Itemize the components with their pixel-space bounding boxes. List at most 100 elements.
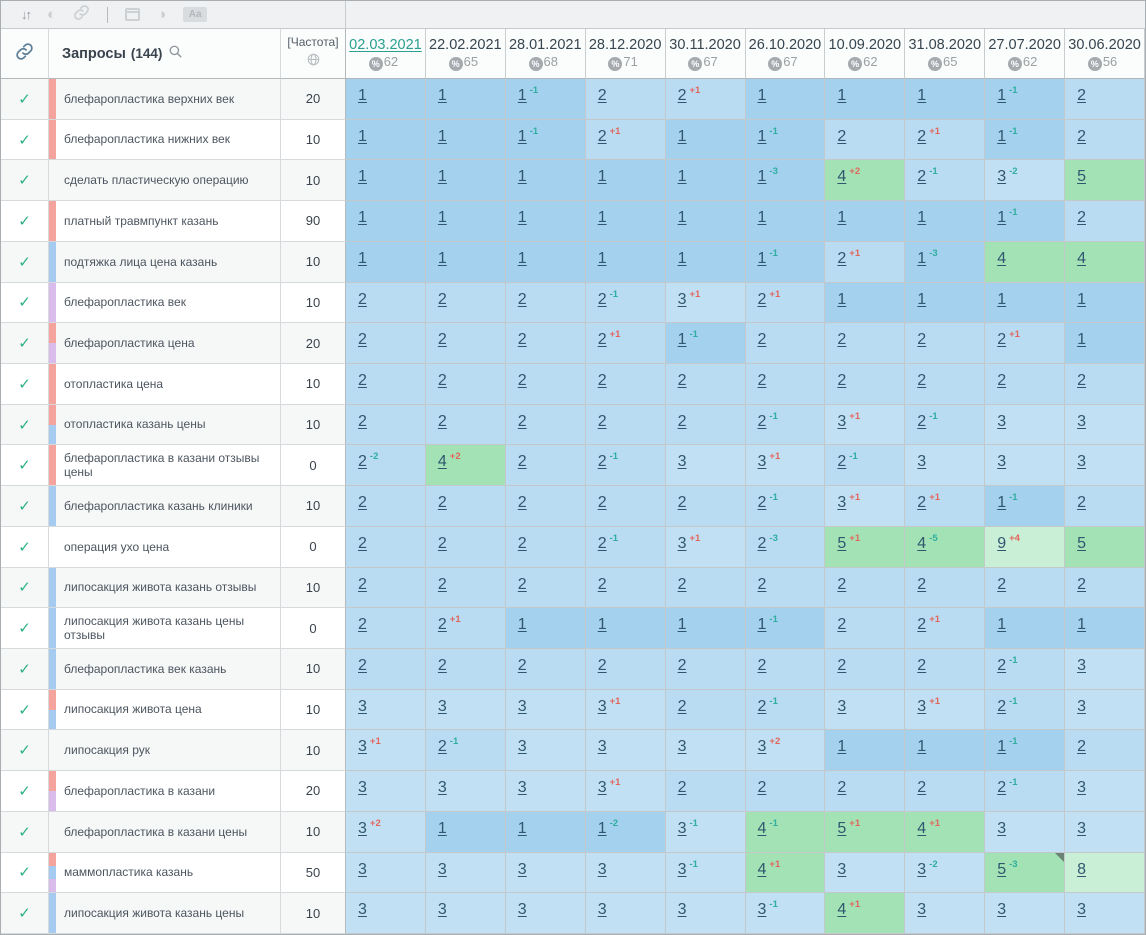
position-link[interactable]: 3 <box>678 862 687 878</box>
position-link[interactable]: 2 <box>598 332 607 348</box>
position-link[interactable]: 2 <box>1077 577 1086 593</box>
position-link[interactable]: 2 <box>678 780 687 796</box>
position-link[interactable]: 2 <box>837 129 846 145</box>
date-column-header[interactable]: 31.08.2020%65 <box>905 29 985 79</box>
position-link[interactable]: 2 <box>997 332 1006 348</box>
position-link[interactable]: 2 <box>438 414 447 430</box>
position-link[interactable]: 2 <box>358 332 367 348</box>
position-link[interactable]: 3 <box>678 821 687 837</box>
position-link[interactable]: 3 <box>1077 658 1086 674</box>
keyword-label[interactable]: блефаропластика в казани <box>64 784 215 798</box>
keyword-label[interactable]: блефаропластика верхних век <box>64 92 234 106</box>
position-link[interactable]: 3 <box>358 699 367 715</box>
position-link[interactable]: 2 <box>758 658 767 674</box>
position-link[interactable]: 2 <box>518 658 527 674</box>
position-link[interactable]: 2 <box>598 536 607 552</box>
keyword-checkbox[interactable]: ✓ <box>1 283 49 324</box>
position-link[interactable]: 1 <box>997 617 1006 633</box>
position-link[interactable]: 2 <box>438 495 447 511</box>
position-link[interactable]: 1 <box>678 251 687 267</box>
position-link[interactable]: 2 <box>1077 129 1086 145</box>
position-link[interactable]: 1 <box>997 495 1006 511</box>
position-link[interactable]: 1 <box>598 210 607 226</box>
position-link[interactable]: 1 <box>358 129 367 145</box>
position-link[interactable]: 1 <box>678 210 687 226</box>
panel-icon[interactable] <box>125 8 140 21</box>
position-link[interactable]: 3 <box>598 739 607 755</box>
keyword-checkbox[interactable]: ✓ <box>1 568 49 609</box>
date-label[interactable]: 27.07.2020 <box>988 37 1061 53</box>
position-link[interactable]: 3 <box>678 292 687 308</box>
position-link[interactable]: 1 <box>758 251 767 267</box>
position-link[interactable]: 2 <box>917 780 926 796</box>
keyword-label[interactable]: липосакция живота цена <box>64 702 202 716</box>
position-link[interactable]: 2 <box>358 536 367 552</box>
position-link[interactable]: 1 <box>758 210 767 226</box>
position-link[interactable]: 3 <box>438 902 447 918</box>
keyword-checkbox[interactable]: ✓ <box>1 79 49 120</box>
position-link[interactable]: 2 <box>1077 210 1086 226</box>
position-link[interactable]: 2 <box>1077 495 1086 511</box>
position-link[interactable]: 3 <box>518 862 527 878</box>
position-link[interactable]: 3 <box>438 699 447 715</box>
position-link[interactable]: 2 <box>518 414 527 430</box>
position-link[interactable]: 1 <box>678 617 687 633</box>
date-column-header[interactable]: 27.07.2020%62 <box>985 29 1065 79</box>
position-link[interactable]: 4 <box>997 251 1006 267</box>
contrast-icon[interactable]: ◑ <box>157 7 166 22</box>
position-link[interactable]: 2 <box>1077 739 1086 755</box>
position-link[interactable]: 2 <box>598 129 607 145</box>
position-link[interactable]: 2 <box>758 699 767 715</box>
position-link[interactable]: 1 <box>438 210 447 226</box>
position-link[interactable]: 2 <box>917 169 926 185</box>
position-link[interactable]: 2 <box>997 780 1006 796</box>
keyword-label[interactable]: блефаропластика казань клиники <box>64 499 253 513</box>
position-link[interactable]: 2 <box>917 414 926 430</box>
date-label[interactable]: 10.09.2020 <box>829 37 902 53</box>
keyword-checkbox[interactable]: ✓ <box>1 201 49 242</box>
position-link[interactable]: 2 <box>758 780 767 796</box>
position-link[interactable]: 1 <box>758 129 767 145</box>
position-link[interactable]: 1 <box>997 292 1006 308</box>
position-link[interactable]: 9 <box>997 536 1006 552</box>
position-link[interactable]: 3 <box>678 454 687 470</box>
position-link[interactable]: 1 <box>917 251 926 267</box>
position-link[interactable]: 2 <box>758 495 767 511</box>
position-link[interactable]: 2 <box>358 658 367 674</box>
keyword-label[interactable]: липосакция живота казань цены отзывы <box>64 614 274 643</box>
position-link[interactable]: 1 <box>837 739 846 755</box>
position-link[interactable]: 3 <box>837 495 846 511</box>
position-link[interactable]: 2 <box>678 658 687 674</box>
position-link[interactable]: 1 <box>438 821 447 837</box>
position-link[interactable]: 5 <box>997 862 1006 878</box>
position-link[interactable]: 1 <box>997 88 1006 104</box>
position-link[interactable]: 2 <box>598 658 607 674</box>
keyword-checkbox[interactable]: ✓ <box>1 242 49 283</box>
position-link[interactable]: 2 <box>438 577 447 593</box>
position-link[interactable]: 4 <box>917 536 926 552</box>
position-link[interactable]: 1 <box>358 88 367 104</box>
position-link[interactable]: 1 <box>358 251 367 267</box>
position-link[interactable]: 3 <box>1077 821 1086 837</box>
date-column-header[interactable]: 30.06.2020%56 <box>1065 29 1145 79</box>
position-link[interactable]: 2 <box>518 536 527 552</box>
position-link[interactable]: 2 <box>917 332 926 348</box>
position-link[interactable]: 3 <box>518 902 527 918</box>
keyword-checkbox[interactable]: ✓ <box>1 527 49 568</box>
position-link[interactable]: 1 <box>758 617 767 633</box>
keyword-label[interactable]: отопластика казань цены <box>64 417 205 431</box>
position-link[interactable]: 2 <box>678 414 687 430</box>
position-link[interactable]: 1 <box>1077 617 1086 633</box>
position-link[interactable]: 5 <box>1077 169 1086 185</box>
position-link[interactable]: 2 <box>758 577 767 593</box>
position-link[interactable]: 3 <box>997 821 1006 837</box>
position-link[interactable]: 3 <box>438 780 447 796</box>
position-link[interactable]: 2 <box>997 577 1006 593</box>
position-link[interactable]: 1 <box>518 251 527 267</box>
position-link[interactable]: 2 <box>997 373 1006 389</box>
position-link[interactable]: 2 <box>997 699 1006 715</box>
position-link[interactable]: 2 <box>837 332 846 348</box>
keyword-label[interactable]: липосакция рук <box>64 743 150 757</box>
position-link[interactable]: 3 <box>1077 780 1086 796</box>
position-link[interactable]: 3 <box>837 699 846 715</box>
